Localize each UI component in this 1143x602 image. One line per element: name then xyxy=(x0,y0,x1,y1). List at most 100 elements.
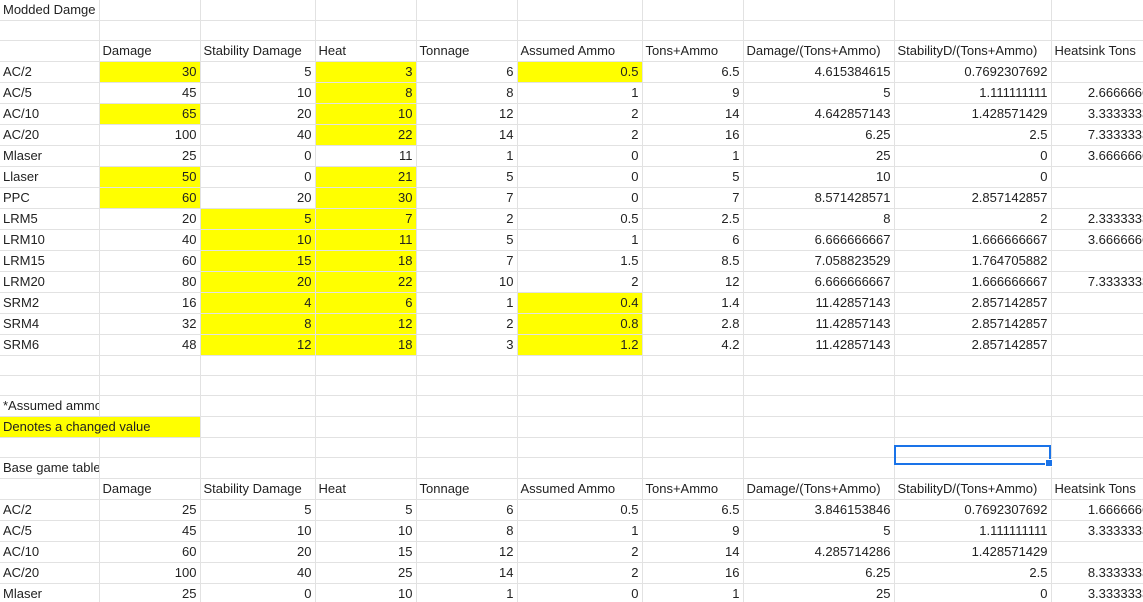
cell[interactable] xyxy=(315,457,417,479)
ammo-note-cell[interactable]: *Assumed ammo is 15 for AC/2 & AC/5. 16 … xyxy=(0,395,100,417)
value-cell[interactable]: 5 xyxy=(743,82,895,104)
cell[interactable] xyxy=(315,0,417,21)
value-cell[interactable]: 0.7692307692 xyxy=(894,499,1052,521)
column-header[interactable]: Heat xyxy=(315,40,417,62)
weapon-name-cell[interactable]: LRM15 xyxy=(0,250,100,272)
value-cell[interactable]: 1 xyxy=(517,229,643,251)
value-cell[interactable]: 1 xyxy=(642,583,744,602)
value-cell[interactable]: 12 xyxy=(416,541,518,563)
legend-changed-value[interactable]: Denotes a changed value xyxy=(0,416,201,438)
value-cell[interactable]: 2 xyxy=(517,541,643,563)
value-cell[interactable]: 11 xyxy=(315,145,417,167)
cell[interactable] xyxy=(99,437,201,458)
cell[interactable] xyxy=(200,355,316,376)
weapon-name-cell[interactable]: LRM5 xyxy=(0,208,100,230)
cell[interactable] xyxy=(1051,20,1143,41)
cell[interactable] xyxy=(1051,457,1143,479)
value-cell[interactable]: 5 xyxy=(200,499,316,521)
cell[interactable] xyxy=(99,395,201,417)
cell[interactable] xyxy=(416,457,518,479)
value-cell[interactable]: 6 xyxy=(416,499,518,521)
value-cell[interactable]: 60 xyxy=(99,187,201,209)
value-cell[interactable]: 12 xyxy=(200,334,316,356)
value-cell[interactable]: 18 xyxy=(315,334,417,356)
cell[interactable] xyxy=(315,437,417,458)
column-header[interactable]: StabilityD/(Tons+Ammo) xyxy=(894,478,1052,500)
value-cell[interactable]: 2 xyxy=(517,562,643,584)
value-cell[interactable]: 9 xyxy=(642,520,744,542)
weapon-name-cell[interactable]: SRM2 xyxy=(0,292,100,314)
value-cell[interactable]: 32 xyxy=(99,313,201,335)
cell[interactable] xyxy=(416,416,518,438)
cell[interactable] xyxy=(894,375,1052,396)
cell[interactable] xyxy=(315,395,417,417)
value-cell[interactable]: 1.5 xyxy=(517,250,643,272)
value-cell[interactable]: 2.857142857 xyxy=(894,187,1052,209)
value-cell[interactable]: 3.33333333 xyxy=(1051,520,1143,542)
cell[interactable] xyxy=(517,457,643,479)
value-cell[interactable]: 2 xyxy=(517,271,643,293)
cell[interactable] xyxy=(1051,375,1143,396)
value-cell[interactable]: 7.058823529 xyxy=(743,250,895,272)
cell[interactable] xyxy=(894,416,1052,438)
cell[interactable] xyxy=(642,395,744,417)
value-cell[interactable]: 6.5 xyxy=(642,61,744,83)
value-cell[interactable]: 1.428571429 xyxy=(894,541,1052,563)
value-cell[interactable]: 14 xyxy=(642,541,744,563)
cell[interactable] xyxy=(642,457,744,479)
value-cell[interactable]: 10 xyxy=(200,82,316,104)
value-cell[interactable]: 10 xyxy=(200,229,316,251)
value-cell[interactable]: 1 xyxy=(517,82,643,104)
cell[interactable] xyxy=(99,0,201,21)
value-cell[interactable]: 25 xyxy=(743,145,895,167)
value-cell[interactable]: 45 xyxy=(99,82,201,104)
value-cell[interactable]: 4.642857143 xyxy=(743,103,895,125)
value-cell[interactable]: 30 xyxy=(315,187,417,209)
value-cell[interactable]: 40 xyxy=(200,124,316,146)
value-cell[interactable]: 11.42857143 xyxy=(743,313,895,335)
cell[interactable] xyxy=(416,375,518,396)
value-cell[interactable]: 14 xyxy=(416,562,518,584)
cell[interactable] xyxy=(200,457,316,479)
value-cell[interactable] xyxy=(1051,166,1143,188)
value-cell[interactable]: 2.857142857 xyxy=(894,292,1052,314)
cell[interactable] xyxy=(517,437,643,458)
value-cell[interactable]: 12 xyxy=(416,103,518,125)
value-cell[interactable]: 8.33333333 xyxy=(1051,562,1143,584)
weapon-name-cell[interactable]: SRM4 xyxy=(0,313,100,335)
value-cell[interactable]: 3.66666666 xyxy=(1051,145,1143,167)
value-cell[interactable]: 25 xyxy=(99,583,201,602)
value-cell[interactable]: 100 xyxy=(99,124,201,146)
value-cell[interactable]: 65 xyxy=(99,103,201,125)
value-cell[interactable]: 1.4 xyxy=(642,292,744,314)
cell[interactable] xyxy=(200,437,316,458)
value-cell[interactable]: 5 xyxy=(315,499,417,521)
value-cell[interactable]: 20 xyxy=(200,541,316,563)
column-header[interactable]: Damage/(Tons+Ammo) xyxy=(743,40,895,62)
weapon-name-cell[interactable]: PPC xyxy=(0,187,100,209)
value-cell[interactable]: 5 xyxy=(416,166,518,188)
value-cell[interactable]: 22 xyxy=(315,124,417,146)
cell[interactable] xyxy=(99,20,201,41)
value-cell[interactable]: 12 xyxy=(642,271,744,293)
value-cell[interactable]: 10 xyxy=(200,520,316,542)
cell[interactable] xyxy=(642,355,744,376)
value-cell[interactable]: 30 xyxy=(99,61,201,83)
value-cell[interactable]: 25 xyxy=(743,583,895,602)
cell[interactable] xyxy=(1051,0,1143,21)
value-cell[interactable] xyxy=(1051,292,1143,314)
value-cell[interactable]: 8 xyxy=(743,208,895,230)
cell[interactable] xyxy=(0,437,100,458)
weapon-name-cell[interactable]: AC/10 xyxy=(0,103,100,125)
value-cell[interactable]: 9 xyxy=(642,82,744,104)
value-cell[interactable]: 14 xyxy=(642,103,744,125)
value-cell[interactable]: 2.5 xyxy=(642,208,744,230)
spreadsheet[interactable]: Modded Damge tablesDamageStability Damag… xyxy=(0,0,1143,602)
value-cell[interactable]: 16 xyxy=(642,562,744,584)
cell[interactable] xyxy=(743,437,895,458)
cell[interactable] xyxy=(315,20,417,41)
cell[interactable] xyxy=(200,416,316,438)
value-cell[interactable]: 5 xyxy=(743,520,895,542)
value-cell[interactable]: 0 xyxy=(894,166,1052,188)
value-cell[interactable]: 2 xyxy=(517,103,643,125)
